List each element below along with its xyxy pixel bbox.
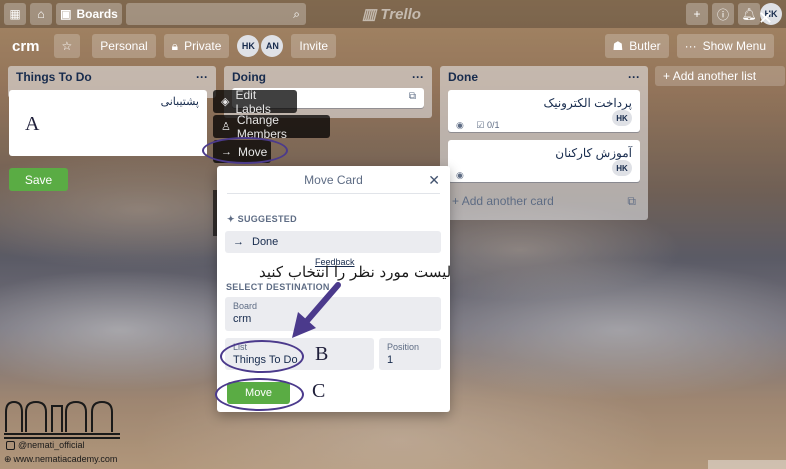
card-meta: ◉ ☑ 0/1	[456, 120, 632, 131]
lock-icon: 🔒︎	[171, 38, 179, 53]
info-icon[interactable]: ⓘ	[712, 3, 734, 25]
dialog-title: Move Card	[227, 166, 440, 194]
card-template-icon[interactable]: ⧉	[627, 194, 636, 209]
search-input[interactable]: ⌕	[126, 3, 306, 25]
apps-icon[interactable]: ▦	[4, 3, 26, 25]
checklist-icon: ☑	[476, 120, 485, 130]
star-icon[interactable]: ☆	[53, 34, 81, 58]
card-title: پرداخت الکترونیک	[543, 96, 632, 110]
close-icon[interactable]: ✕	[428, 172, 440, 189]
save-button[interactable]: Save	[9, 168, 68, 191]
list-title[interactable]: Things To Do	[16, 70, 92, 84]
butler-button[interactable]: ☗ Butler	[604, 34, 669, 58]
board-label: Board	[233, 301, 258, 311]
privacy-label: Private	[184, 39, 222, 53]
member-badge[interactable]: HK	[612, 110, 632, 126]
annotation-b: B	[315, 343, 329, 365]
arrow-right-icon: →	[233, 236, 244, 248]
annotation-c: C	[312, 380, 326, 402]
add-list-button[interactable]: + Add another list	[655, 66, 785, 86]
card-title-field[interactable]: پشتیبانی	[17, 95, 199, 108]
plus-icon: +	[452, 194, 462, 208]
suggested-done-button[interactable]: → Done	[225, 231, 441, 253]
list-menu-icon[interactable]: ···	[628, 70, 640, 84]
avatar[interactable]: AN	[261, 35, 284, 57]
instruction-text: لیست مورد نظر را انتخاب کنید	[259, 263, 452, 281]
card-meta: ◉	[456, 170, 632, 181]
member-badge[interactable]: HK	[612, 160, 632, 176]
tag-icon: ◈	[221, 96, 230, 108]
show-menu-button[interactable]: ··· Show Menu	[676, 34, 774, 58]
position-label: Position	[387, 342, 420, 352]
watermark-logo-graphic	[4, 400, 120, 439]
board-select[interactable]: Board crm	[225, 297, 441, 331]
suggested-heading: ✦ SUGGESTED	[227, 214, 297, 224]
card-title: آموزش کارکنان	[555, 146, 632, 160]
highlight-ring-move-button	[215, 378, 304, 411]
destination-heading: SELECT DESTINATION	[226, 282, 330, 292]
person-icon: ♙	[221, 121, 231, 133]
board-title[interactable]: crm	[12, 38, 40, 55]
website-url: ⊕ www.nematiacademy.com	[4, 454, 118, 464]
boards-label: Boards	[76, 7, 118, 21]
trello-logo: ▥ Trello	[362, 6, 421, 23]
instagram-icon	[6, 441, 15, 451]
list-done: Done ··· پرداخت الکترونیک ◉ ☑ 0/1 HK آمو…	[440, 66, 648, 220]
highlight-ring-move	[202, 137, 288, 164]
search-icon: ⌕	[293, 6, 300, 21]
member-avatars: HK AN	[237, 35, 285, 57]
team-visibility-button[interactable]: Personal	[92, 34, 156, 58]
avatar[interactable]: HK	[237, 35, 260, 57]
boards-button[interactable]: ▣ Boards	[56, 3, 122, 25]
bottom-strip	[708, 460, 786, 469]
bell-icon[interactable]: 🔔︎	[738, 3, 760, 25]
position-select[interactable]: Position 1	[379, 338, 441, 370]
watermark-logo	[4, 398, 122, 440]
instagram-handle: @nemati_official	[6, 440, 85, 451]
plus-icon: +	[663, 69, 673, 83]
annotation-a: A	[25, 113, 40, 135]
close-icon[interactable]: ✕	[758, 8, 773, 29]
home-icon[interactable]: ⌂	[30, 3, 52, 25]
board-value: crm	[233, 313, 252, 325]
sparkle-icon: ✦	[227, 214, 238, 224]
list-menu-icon[interactable]: ···	[412, 70, 424, 84]
checklist-count: 0/1	[486, 120, 500, 130]
position-value: 1	[387, 354, 394, 366]
add-card-button[interactable]: + Add another card ⧉	[440, 190, 648, 213]
list-item[interactable]: پرداخت الکترونیک ◉ ☑ 0/1 HK	[448, 90, 640, 132]
move-card-dialog: Move Card ✕ ✦ SUGGESTED → Done SELECT DE…	[217, 166, 450, 412]
board-header: crm ☆ Personal 🔒︎ Private HK AN Invite ☗…	[0, 32, 786, 60]
more-icon: ···	[684, 39, 697, 53]
list-title[interactable]: Doing	[232, 70, 266, 84]
list-menu-icon[interactable]: ···	[196, 70, 208, 84]
logo-icon: ▥	[362, 6, 381, 23]
butler-icon: ☗	[612, 39, 624, 53]
create-icon[interactable]: +	[686, 3, 708, 25]
list-title[interactable]: Done	[448, 70, 478, 84]
eye-icon: ◉	[456, 120, 464, 130]
globe-icon: ⊕	[4, 454, 12, 464]
eye-icon: ◉	[456, 170, 464, 180]
privacy-button[interactable]: 🔒︎ Private	[163, 34, 230, 58]
boards-icon: ▣	[60, 7, 72, 21]
board-header-right: ☗ Butler ··· Show Menu	[604, 34, 774, 58]
list-item[interactable]: آموزش کارکنان ◉ HK	[448, 140, 640, 182]
quick-edit-labels[interactable]: ◈ Edit Labels	[213, 88, 297, 116]
card-template-icon: ⧉	[408, 91, 416, 102]
invite-button[interactable]: Invite	[291, 34, 337, 58]
highlight-ring-list	[220, 340, 304, 373]
quick-change-members[interactable]: ♙ Change Members	[213, 113, 330, 141]
